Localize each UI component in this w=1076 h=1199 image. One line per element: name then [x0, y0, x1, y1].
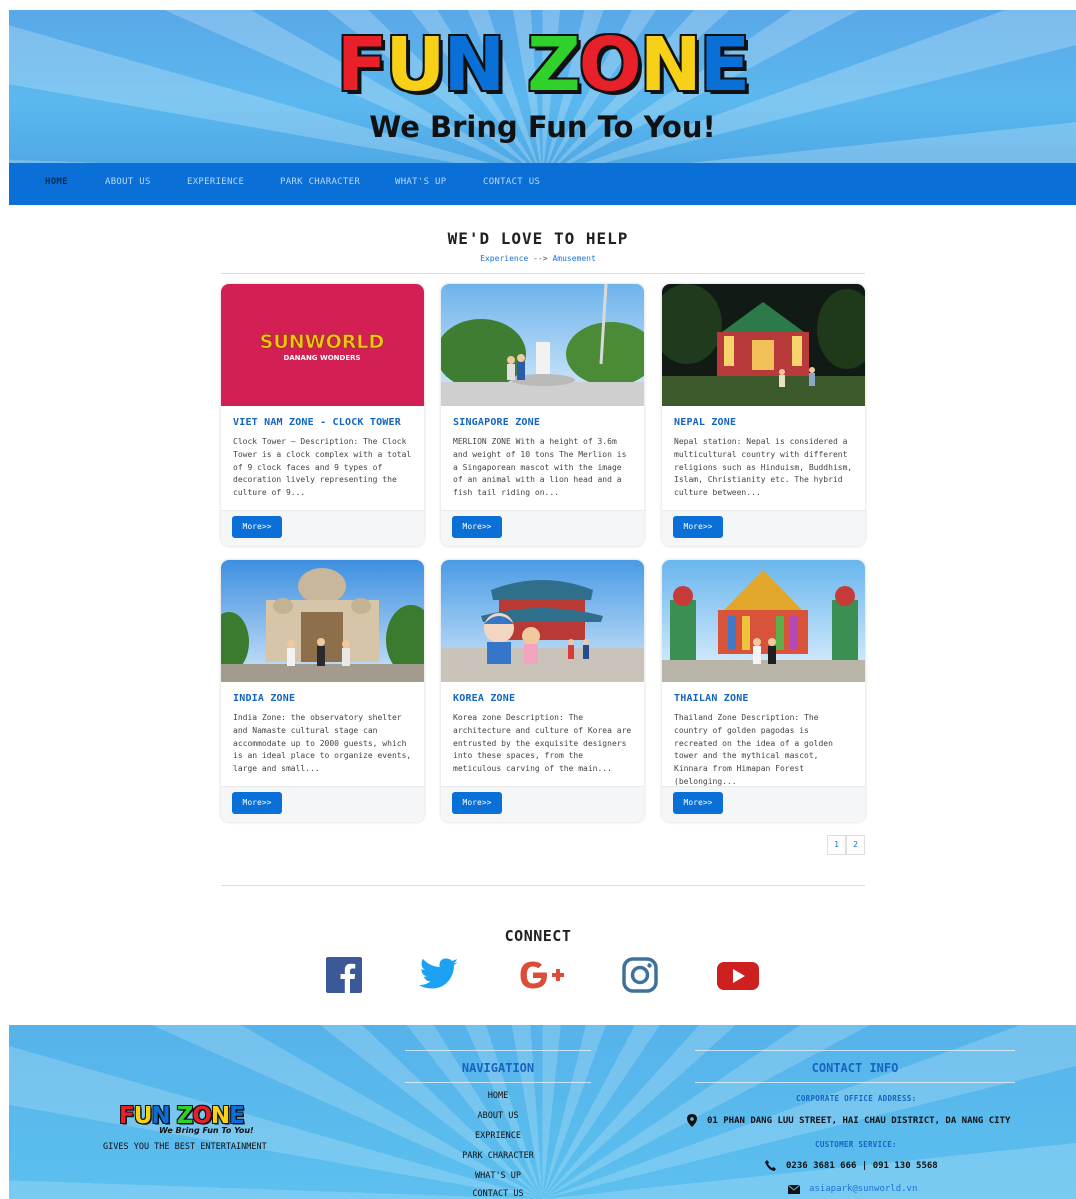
card-title[interactable]: INDIA ZONE [233, 693, 295, 704]
zone-card-korea: KOREA ZONE Korea zone Description: The a… [441, 560, 644, 822]
sunworld-logo-subtitle: DANANG WONDERS [283, 354, 360, 362]
nav-item-park-character[interactable]: PARK CHARACTER [280, 177, 360, 187]
more-button[interactable]: More>> [232, 792, 282, 814]
card-title[interactable]: THAILAN ZONE [674, 693, 749, 704]
envelope-icon [788, 1185, 800, 1194]
nav-item-contact-us[interactable]: CONTACT US [483, 177, 540, 187]
footer-nav-park-character[interactable]: PARK CHARACTER [405, 1151, 591, 1161]
customer-service-label: CUSTOMER SERVICE: [815, 1140, 897, 1149]
footer-nav-home[interactable]: HOME [405, 1091, 591, 1101]
more-button[interactable]: More>> [452, 516, 502, 538]
page-1-button[interactable]: 1 [827, 835, 846, 855]
logo-word-zone: ZONE [527, 22, 750, 108]
footer-navigation-title: NAVIGATION [461, 1061, 535, 1075]
zone-card-india: INDIA ZONE India Zone: the observatory s… [221, 560, 424, 822]
card-title[interactable]: NEPAL ZONE [674, 417, 736, 428]
more-button[interactable]: More>> [673, 516, 723, 538]
divider [221, 273, 865, 274]
office-address: 01 PHAN DANG LUU STREET, HAI CHAU DISTRI… [707, 1116, 1011, 1126]
card-description: Nepal station: Nepal is considered a mul… [674, 437, 853, 498]
breadcrumb: Experience --> Amusement [0, 254, 1076, 263]
footer: FUN ZONE We Bring Fun To You! GIVES YOU … [9, 1025, 1076, 1199]
card-title[interactable]: KOREA ZONE [453, 693, 515, 704]
footer-nav-whats-up[interactable]: WHAT'S UP [405, 1171, 591, 1181]
zone-card-singapore: SINGAPORE ZONE MERLION ZONE With a heigh… [441, 284, 644, 546]
zone-image-thailand[interactable] [662, 560, 865, 682]
tagline: We Bring Fun To You! [369, 110, 716, 144]
logo-word-fun: FUN [336, 22, 506, 108]
nav-item-whats-up[interactable]: WHAT'S UP [395, 177, 446, 187]
footer-nav-experience[interactable]: EXPRIENCE [405, 1131, 591, 1141]
phone-icon [765, 1160, 776, 1171]
nav-item-about-us[interactable]: ABOUT US [105, 177, 151, 187]
header-banner: FUN ZONE We Bring Fun To You! [9, 10, 1076, 163]
youtube-icon[interactable] [716, 957, 759, 997]
card-description: Korea zone Description: The architecture… [453, 713, 632, 774]
zone-card-nepal: NEPAL ZONE Nepal station: Nepal is consi… [662, 284, 865, 546]
footer-tagline: We Bring Fun To You! [159, 1126, 254, 1135]
page-title: WE'D LOVE TO HELP [447, 229, 629, 248]
logo[interactable]: FUN ZONE We Bring Fun To You! [9, 24, 1076, 144]
zone-image-nepal[interactable] [662, 284, 865, 406]
sunworld-logo-text: SUNWORLD [260, 331, 385, 353]
breadcrumb-experience[interactable]: Experience [480, 254, 528, 263]
footer-divider [405, 1082, 591, 1083]
card-description: Thailand Zone Description: The country o… [674, 713, 833, 786]
nav-item-experience[interactable]: EXPERIENCE [187, 177, 244, 187]
zone-image-singapore[interactable] [441, 284, 644, 406]
card-title[interactable]: VIET NAM ZONE - CLOCK TOWER [233, 417, 401, 428]
card-description: India Zone: the observatory shelter and … [233, 713, 412, 774]
card-description: MERLION ZONE With a height of 3.6m and w… [453, 437, 627, 498]
footer-nav-about-us[interactable]: ABOUT US [405, 1111, 591, 1121]
card-description: Clock Tower – Description: The Clock Tow… [233, 437, 412, 498]
zone-image-india[interactable] [221, 560, 424, 682]
footer-divider [405, 1050, 591, 1051]
office-address-label: CORPORATE OFFICE ADDRESS: [796, 1094, 917, 1103]
logo-wordmark: FUN ZONE [336, 22, 750, 108]
footer-slogan: GIVES YOU THE BEST ENTERTAINMENT [103, 1142, 267, 1152]
footer-nav-contact-us[interactable]: CONTACT US [405, 1189, 591, 1199]
instagram-icon[interactable] [622, 957, 662, 997]
pagination: 1 2 [827, 835, 865, 855]
divider [221, 885, 865, 886]
breadcrumb-separator: --> [533, 254, 548, 263]
contact-email-link[interactable]: asiapark@sunworld.vn [809, 1184, 917, 1194]
zone-image-sunworld[interactable]: SUNWORLD DANANG WONDERS [221, 284, 424, 406]
customer-service-phone: 0236 3681 666 | 091 130 5568 [786, 1161, 938, 1171]
google-plus-icon[interactable] [517, 957, 564, 997]
more-button[interactable]: More>> [232, 516, 282, 538]
twitter-icon[interactable] [419, 957, 459, 997]
more-button[interactable]: More>> [673, 792, 723, 814]
more-button[interactable]: More>> [452, 792, 502, 814]
top-navbar: HOME ABOUT US EXPERIENCE PARK CHARACTER … [9, 163, 1076, 205]
connect-title: CONNECT [504, 927, 572, 945]
footer-contact-title: CONTACT INFO [811, 1061, 899, 1075]
nav-item-home[interactable]: HOME [45, 177, 68, 187]
footer-divider [695, 1082, 1015, 1083]
page-2-button[interactable]: 2 [846, 835, 865, 855]
facebook-icon[interactable] [326, 957, 366, 997]
card-title[interactable]: SINGAPORE ZONE [453, 417, 540, 428]
footer-divider [695, 1050, 1015, 1051]
breadcrumb-amusement[interactable]: Amusement [552, 254, 595, 263]
zone-card-vietnam: SUNWORLD DANANG WONDERS VIET NAM ZONE - … [221, 284, 424, 546]
zone-card-thailan: THAILAN ZONE Thailand Zone Description: … [662, 560, 865, 822]
map-marker-icon [687, 1114, 697, 1127]
zone-image-korea[interactable] [441, 560, 644, 682]
